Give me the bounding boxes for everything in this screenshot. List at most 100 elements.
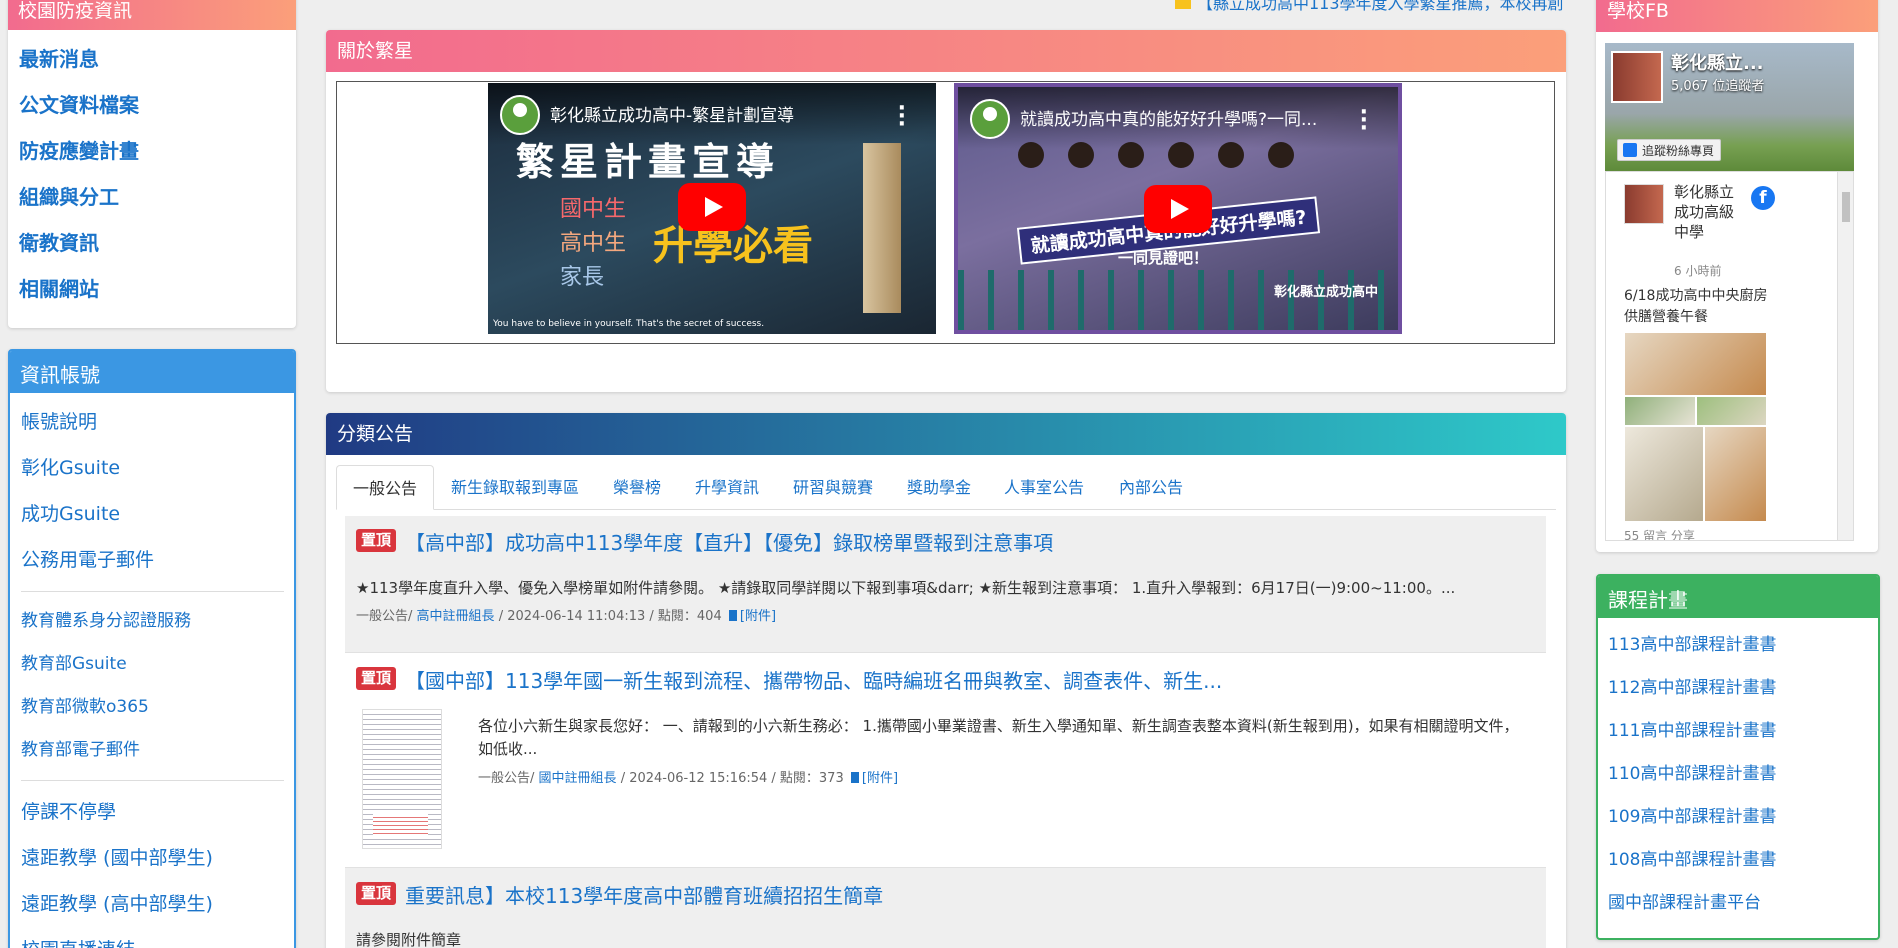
file-icon xyxy=(850,772,859,783)
accounts-panel: 資訊帳號 帳號說明 彰化Gsuite 成功Gsuite 公務用電子郵件 教育體系… xyxy=(8,349,296,948)
account-link-moe-o365[interactable]: 教育部微軟o365 xyxy=(21,686,284,729)
post-scrollbar[interactable] xyxy=(1837,172,1853,540)
announcement-meta: 一般公告/ 高中註冊組長 / 2024-06-14 11:04:13 / 點閱：… xyxy=(356,605,776,624)
divider xyxy=(21,591,284,592)
video1-audience-item: 高中生 xyxy=(560,231,627,256)
post-photo[interactable] xyxy=(1696,396,1767,426)
announcement-body: 各位小六新生與家長您好： 一、請報到的小六新生務必： 1.攜帶國小畢業證書、新生… xyxy=(478,717,1519,758)
marquee-text[interactable]: 【縣立成功高中113學年度入學繁星推薦，本校再創 xyxy=(1197,0,1564,12)
account-link-remote-senior[interactable]: 遠距教學 (高中部學生) xyxy=(21,881,284,927)
announcement-item: 置頂 【國中部】113學年國一新生報到流程、攜帶物品、臨時編班名冊與教室、調查表… xyxy=(345,654,1546,868)
video1-caption: You have to believe in yourself. That's … xyxy=(493,319,765,329)
video1-audience-item: 家長 xyxy=(560,265,605,290)
tab-admissions[interactable]: 升學資訊 xyxy=(695,465,759,510)
video-player-2[interactable]: 就讀成功高中真的能好好升學嗎? 一同見證吧！ 彰化縣立成功高中 就讀成功高中真的… xyxy=(954,83,1402,334)
announcement-category: 一般公告/ xyxy=(356,609,413,624)
facebook-panel-title: 學校FB xyxy=(1596,0,1878,32)
video-container: 繁星計畫宣導 國中生 高中生 家長 升學必看 You have to belie… xyxy=(336,81,1555,344)
video1-title[interactable]: 彰化縣立成功高中-繁星計劃宣導 xyxy=(550,101,890,126)
channel-avatar-icon[interactable] xyxy=(500,95,540,135)
covid-link-organization[interactable]: 組織與分工 xyxy=(19,174,296,220)
fence-graphic xyxy=(958,270,1398,330)
announcement-item: 置頂 重要訊息】本校113學年度高中部體育班續招招生簡章 請參閱附件簡章 xyxy=(345,868,1546,948)
post-photo[interactable] xyxy=(1624,396,1696,426)
account-link-remote-junior[interactable]: 遠距教學 (國中部學生) xyxy=(21,835,284,881)
accounts-panel-title: 資訊帳號 xyxy=(10,351,294,393)
plan-link-junior[interactable]: 國中部課程計畫平台 xyxy=(1608,882,1878,925)
video1-audience: 國中生 高中生 家長 xyxy=(560,193,626,295)
announcement-title[interactable]: 【高中部】成功高中113學年度【直升】【優免】錄取榜單暨報到注意事項 xyxy=(405,527,1053,556)
pinned-badge: 置頂 xyxy=(356,667,396,690)
page-name[interactable]: 彰化縣立... xyxy=(1671,49,1764,75)
announcement-title[interactable]: 【國中部】113學年國一新生報到流程、攜帶物品、臨時編班名冊與教室、調查表件、新… xyxy=(405,665,1222,694)
announcement-date-views: / 2024-06-14 11:04:13 / 點閱：404 xyxy=(498,609,722,624)
channel-avatar-icon[interactable] xyxy=(970,99,1010,139)
post-time[interactable]: 6 小時前 xyxy=(1674,262,1721,279)
account-link-school-gsuite[interactable]: 成功Gsuite xyxy=(21,491,284,537)
covid-info-panel: 校園防疫資訊 最新消息 公文資料檔案 防疫應變計畫 組織與分工 衛教資訊 相關網… xyxy=(8,0,296,328)
post-photos[interactable] xyxy=(1624,332,1767,522)
video-player-1[interactable]: 繁星計畫宣導 國中生 高中生 家長 升學必看 You have to belie… xyxy=(488,83,936,334)
plan-link-108[interactable]: 108高中部課程計畫書 xyxy=(1608,839,1878,882)
plan-link-111[interactable]: 111高中部課程計畫書 xyxy=(1608,710,1878,753)
news-marquee[interactable]: 【縣立成功高中113學年度入學繁星推薦，本校再創 xyxy=(1175,0,1565,12)
page-profile-image[interactable] xyxy=(1611,51,1663,103)
account-link-live-stream[interactable]: 校園直播連結 xyxy=(21,927,284,948)
covid-link-news[interactable]: 最新消息 xyxy=(19,36,296,82)
tab-scholarships[interactable]: 獎助學金 xyxy=(907,465,971,510)
tab-internal[interactable]: 內部公告 xyxy=(1119,465,1183,510)
facebook-panel: 學校FB 彰化縣立... 5,067 位追蹤者 追蹤粉絲專頁 彰化縣立成功高級中… xyxy=(1596,0,1878,552)
tab-general[interactable]: 一般公告 xyxy=(336,465,435,510)
tab-honors[interactable]: 榮譽榜 xyxy=(613,465,661,510)
announcements-panel-title: 分類公告 xyxy=(326,413,1566,455)
page-followers: 5,067 位追蹤者 xyxy=(1671,79,1765,94)
account-link-edu-auth[interactable]: 教育體系身分認證服務 xyxy=(21,600,284,643)
follow-page-button[interactable]: 追蹤粉絲專頁 xyxy=(1617,139,1722,161)
post-reactions[interactable]: 55 留言 分享 xyxy=(1624,527,1695,540)
post-photo[interactable] xyxy=(1624,426,1704,522)
facebook-page-card[interactable]: 彰化縣立... 5,067 位追蹤者 追蹤粉絲專頁 xyxy=(1605,43,1854,171)
more-vertical-icon[interactable]: · · · xyxy=(1360,102,1368,140)
announcement-title[interactable]: 重要訊息】本校113學年度高中部體育班續招招生簡章 xyxy=(405,880,883,909)
account-link-changhua-gsuite[interactable]: 彰化Gsuite xyxy=(21,445,284,491)
plan-link-109[interactable]: 109高中部課程計畫書 xyxy=(1608,796,1878,839)
covid-link-documents[interactable]: 公文資料檔案 xyxy=(19,82,296,128)
course-plan-title: 課程計畫 xyxy=(1598,576,1878,618)
attachment-link[interactable]: [附件] xyxy=(862,771,898,786)
account-link-moe-email[interactable]: 教育部電子郵件 xyxy=(21,729,284,772)
play-button-icon[interactable] xyxy=(678,183,746,231)
covid-link-related[interactable]: 相關網站 xyxy=(19,266,296,312)
post-author-name[interactable]: 彰化縣立成功高級中學 xyxy=(1674,182,1744,242)
announcement-category: 一般公告/ xyxy=(478,771,535,786)
covid-link-plan[interactable]: 防疫應變計畫 xyxy=(19,128,296,174)
announcement-date-views: / 2024-06-12 15:16:54 / 點閱：373 xyxy=(620,771,844,786)
post-photo[interactable] xyxy=(1704,426,1767,522)
announcement-author-link[interactable]: 高中註冊組長 xyxy=(417,609,495,624)
covid-link-health[interactable]: 衛教資訊 xyxy=(19,220,296,266)
plan-link-112[interactable]: 112高中部課程計畫書 xyxy=(1608,667,1878,710)
account-link-guide[interactable]: 帳號說明 xyxy=(21,399,284,445)
announcement-body: ★113學年度直升入學、優免入學榜單如附件請參閱。 ★請錄取同學詳閱以下報到事項… xyxy=(356,579,1456,597)
plan-link-113[interactable]: 113高中部課程計畫書 xyxy=(1608,624,1878,667)
announcement-thumbnail[interactable] xyxy=(362,709,442,849)
divider xyxy=(21,780,284,781)
tab-new-students[interactable]: 新生錄取報到專區 xyxy=(451,465,579,510)
play-button-icon[interactable] xyxy=(1144,185,1212,233)
post-photo[interactable] xyxy=(1624,332,1767,396)
account-link-moe-gsuite[interactable]: 教育部Gsuite xyxy=(21,643,284,686)
account-link-remote-learning[interactable]: 停課不停學 xyxy=(21,789,284,835)
plan-link-110[interactable]: 110高中部課程計畫書 xyxy=(1608,753,1878,796)
video2-school: 彰化縣立成功高中 xyxy=(1273,285,1378,300)
post-author-avatar[interactable] xyxy=(1624,184,1664,224)
video2-title[interactable]: 就讀成功高中真的能好好升學嗎?一同... xyxy=(1020,105,1360,130)
tab-personnel[interactable]: 人事室公告 xyxy=(1004,465,1084,510)
account-link-official-email[interactable]: 公務用電子郵件 xyxy=(21,537,284,583)
more-vertical-icon[interactable]: · · · xyxy=(898,98,906,136)
megaphone-icon xyxy=(1175,0,1191,9)
course-plan-panel: 課程計畫 113高中部課程計畫書 112高中部課程計畫書 111高中部課程計畫書… xyxy=(1596,574,1880,940)
announcement-author-link[interactable]: 國中註冊組長 xyxy=(539,771,617,786)
tab-competitions[interactable]: 研習與競賽 xyxy=(793,465,873,510)
attachment-link[interactable]: [附件] xyxy=(740,609,776,624)
facebook-icon: f xyxy=(1751,186,1775,210)
about-panel-title: 關於繁星 xyxy=(326,30,1566,72)
